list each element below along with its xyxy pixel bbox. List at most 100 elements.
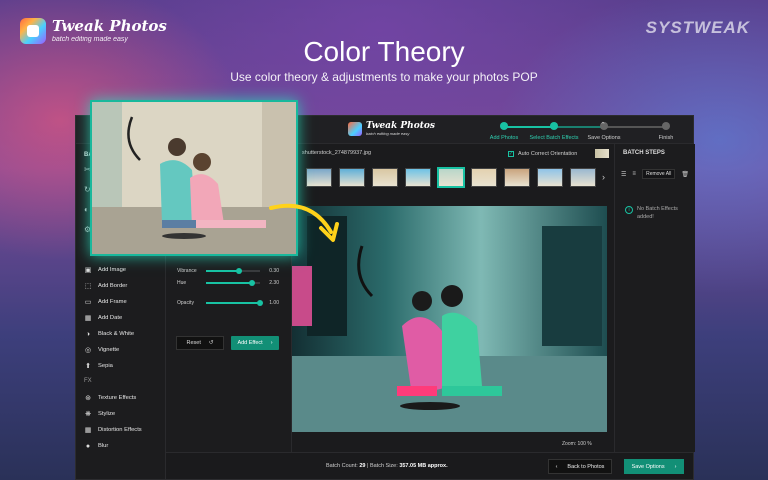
sidebar-item-texture-effects[interactable]: ⊛ Texture Effects [84,394,136,402]
list-view-icon[interactable]: ☰ [621,171,626,178]
empty-message-text: No Batch Effects added! [637,206,678,220]
sidebar-item-distortion-effects[interactable]: ▦ Distortion Effects [84,426,142,434]
slider-fill [206,282,253,284]
app-logo: Tweak Photos batch editing made easy [348,122,435,136]
slider-value: 0.30 [269,268,279,274]
hue-slider[interactable]: Hue 2.30 [177,278,279,288]
save-label: Save Options [631,463,665,470]
curved-arrow-icon [269,203,339,242]
photo-thumbnail[interactable] [339,168,365,187]
sepia-icon: ⬆ [85,363,91,370]
page-subtitle: Use color theory & adjustments to make y… [230,70,538,84]
logo-name: Tweak Photos [52,17,167,35]
back-label: Back to Photos [567,463,605,470]
save-options-button[interactable]: Save Options › [624,459,684,474]
wizard-steps: Add Photos Select Batch Effects Save Opt… [490,122,673,142]
sidebar-item-sepia[interactable]: ⬆ Sepia [84,362,113,370]
reset-label: Reset [186,340,201,346]
slider-track[interactable] [206,300,263,306]
fx-heading: FX [84,378,92,384]
sidebar-item-label: Stylize [98,411,116,417]
distortion-icon: ▦ [84,427,92,434]
photo-thumbnail[interactable] [438,168,464,187]
photo-thumbnail[interactable] [471,168,497,187]
blur-icon: ● [85,442,91,450]
remove-all-button[interactable]: Remove All [642,169,676,179]
auto-orientation-toggle[interactable]: ✓ Auto Correct Orientation [508,149,610,158]
slider-knob[interactable] [257,300,263,306]
batch-tools: ☰ ≡ Remove All 🗑 [621,169,689,179]
photo-thumbnail[interactable] [372,168,398,187]
bottom-bar: Batch Count: 29 | Batch Size: 357.05 MB … [166,452,693,479]
effect-settings-panel: Vibrance 0.30 Hue 2.30 Opacity 1.00 Rese… [166,256,292,452]
sidebar-item-label: Add Border [98,283,128,289]
chevron-right-icon[interactable]: › [602,172,605,182]
calendar-icon: ▦ [84,315,92,322]
file-bar: shutterstock_274879937.jpg ✓ Auto Correc… [292,144,622,162]
opacity-slider[interactable]: Opacity 1.00 [177,298,279,308]
slider-track[interactable] [206,268,260,274]
reset-button[interactable]: Reset ↺ [176,336,224,350]
sidebar-item-vignette[interactable]: ◎ Vignette [84,346,119,354]
step-label: Finish [658,135,674,141]
slider-label: Opacity [177,300,194,306]
sidebar-item-add-image[interactable]: ▣ Add Image [84,266,126,274]
chevron-up-icon[interactable]: ⌃ [600,121,606,129]
chevron-left-icon: ‹ [555,463,558,470]
sidebar-item-add-frame[interactable]: ▭ Add Frame [84,298,127,306]
stylize-icon: ❋ [85,411,91,418]
texture-icon: ⊛ [85,395,91,402]
batch-info: Batch Count: 29 | Batch Size: 357.05 MB … [326,463,448,469]
file-name: shutterstock_274879937.jpg [302,150,372,156]
photo-thumbnail[interactable] [570,168,596,187]
slider-fill [206,270,240,272]
slider-knob[interactable] [249,280,256,286]
slider-knob[interactable] [236,268,243,274]
app-logo-name: Tweak Photos [366,121,435,131]
batch-size-label: Batch Size: [369,463,398,469]
batch-count-label: Batch Count: [326,463,358,469]
undo-icon: ↺ [208,340,214,346]
sidebar-item-black-white[interactable]: ◑ Black & White [84,330,134,338]
app-logo-icon [348,122,362,136]
photo-thumbnail[interactable] [504,168,530,187]
sidebar-item-blur[interactable]: ● Blur [84,442,108,450]
slider-label: Hue [177,280,187,286]
systweak-brand: SYSTWEAK [645,18,750,37]
chevron-right-icon: › [270,340,273,346]
vibrance-slider[interactable]: Vibrance 0.30 [177,266,279,276]
page-title: Color Theory [303,36,465,67]
image-icon: ▣ [84,267,92,274]
sidebar-item-label: Add Date [98,315,123,321]
batch-count-value: 29 [359,463,366,469]
photo-thumbnail[interactable] [405,168,431,187]
step-finish[interactable]: Finish [636,122,696,141]
sidebar-item-label: Vignette [98,347,120,353]
current-photo-mini-thumbnail [595,149,610,158]
sidebar-item-label: Add Image [98,267,127,273]
photo-thumbnail[interactable] [306,168,332,187]
add-effect-label: Add Effect [237,340,263,346]
step-dot-icon [662,122,670,130]
batch-steps-panel: BATCH STEPS ☰ ≡ Remove All 🗑 i No Batch … [614,144,695,452]
back-to-photos-button[interactable]: ‹ Back to Photos [548,459,612,474]
sidebar-item-stylize[interactable]: ❋ Stylize [84,410,115,418]
slider-value: 1.00 [269,300,279,306]
sidebar-item-label: Sepia [98,363,113,369]
compact-view-icon[interactable]: ≡ [632,171,636,177]
slider-value: 2.30 [269,280,279,286]
sidebar-item-label: Black & White [98,331,135,337]
sidebar-item-add-border[interactable]: ⬚ Add Border [84,282,128,290]
photo-thumbnail[interactable] [537,168,563,187]
checkbox-icon[interactable]: ✓ [508,150,514,157]
auto-orientation-label: Auto Correct Orientation [518,150,578,157]
batch-steps-heading: BATCH STEPS [623,150,665,156]
add-effect-button[interactable]: Add Effect › [231,336,279,350]
step-label: Save Options [587,135,621,141]
empty-batch-message: i No Batch Effects added! [625,206,689,221]
contrast-icon: ◑ [85,330,91,338]
sidebar-item-label: Texture Effects [98,395,137,401]
sidebar-item-add-date[interactable]: ▦ Add Date [84,314,122,322]
trash-icon[interactable]: 🗑 [681,171,689,178]
slider-track[interactable] [206,280,260,286]
